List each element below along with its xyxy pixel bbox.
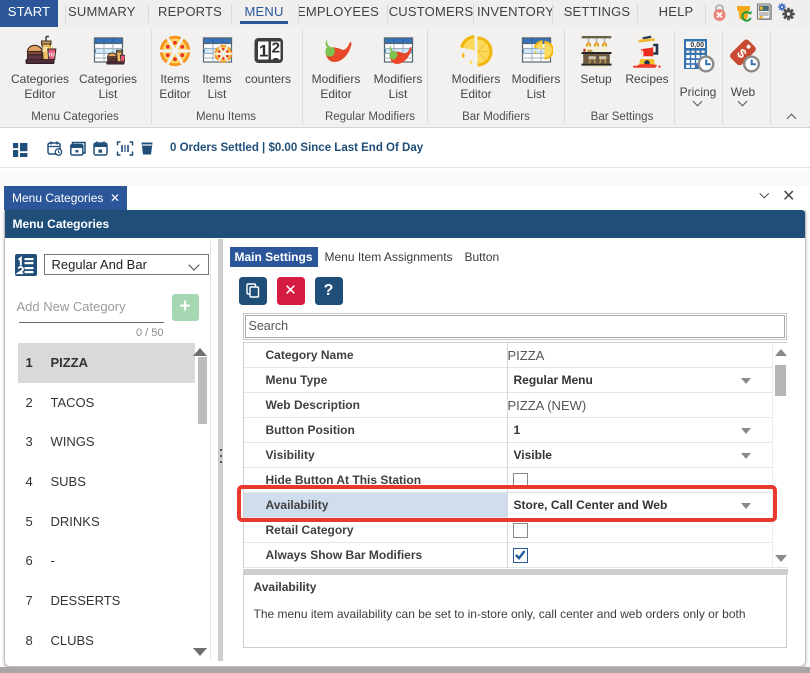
svg-text:1: 1 [258, 42, 267, 61]
svg-text:0,00: 0,00 [690, 42, 704, 49]
svg-text:2: 2 [271, 40, 279, 57]
